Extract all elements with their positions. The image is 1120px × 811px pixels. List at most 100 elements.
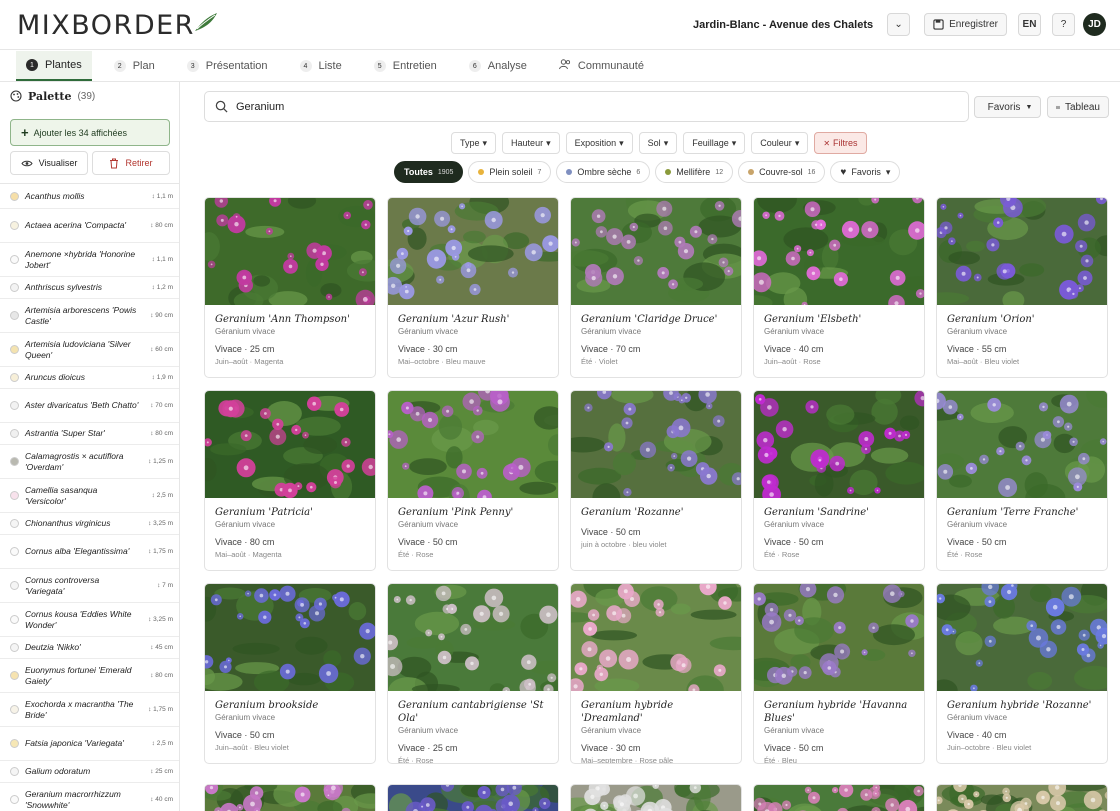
- plant-bloom-color: Juin–août · Magenta: [215, 357, 284, 366]
- plant-card[interactable]: [753, 784, 925, 811]
- plant-photo[interactable]: [388, 391, 558, 498]
- palette-item[interactable]: Euonymus fortunei 'Emerald Gaiety' ↕ 80 c…: [0, 659, 179, 693]
- garden-dropdown-button[interactable]: ⌄: [887, 13, 911, 36]
- palette-item[interactable]: Galium odoratum ↕ 25 cm: [0, 761, 179, 783]
- filter-feuillage-dropdown[interactable]: Feuillage ▾: [683, 132, 746, 154]
- plant-photo[interactable]: [388, 584, 558, 691]
- plant-photo[interactable]: [571, 198, 741, 305]
- search-input[interactable]: [236, 100, 836, 113]
- palette-item[interactable]: Aster divaricatus 'Beth Chatto' ↕ 70 cm: [0, 389, 179, 423]
- palette-item[interactable]: Acanthus mollis ↕ 1,1 m: [0, 184, 179, 209]
- tab-4[interactable]: 4 Liste: [290, 51, 352, 81]
- help-button[interactable]: ?: [1052, 13, 1075, 36]
- palette-item[interactable]: Anemone ×hybrida 'Honorine Jobert' ↕ 1,1 …: [0, 243, 179, 277]
- plant-photo[interactable]: [205, 198, 375, 305]
- plant-card[interactable]: Geranium 'Ann Thompson' Géranium vivace Vi…: [204, 197, 376, 378]
- plant-card[interactable]: Geranium 'Elsbeth' Géranium vivace Vivace …: [753, 197, 925, 378]
- plant-photo[interactable]: [754, 785, 924, 811]
- plant-photo[interactable]: [205, 391, 375, 498]
- filter-couleur-dropdown[interactable]: Couleur ▾: [751, 132, 809, 154]
- filter-sol-dropdown[interactable]: Sol ▾: [638, 132, 678, 154]
- chip-couvre-sol[interactable]: Couvre-sol 16: [738, 161, 826, 183]
- plant-photo[interactable]: [937, 785, 1107, 811]
- chip-plein-soleil[interactable]: Plein soleil 7: [468, 161, 552, 183]
- plant-photo[interactable]: [937, 198, 1107, 305]
- visualize-button[interactable]: Visualiser: [10, 151, 88, 175]
- chip-favoris[interactable]: ♥ Favoris ▾: [830, 161, 901, 183]
- palette-item[interactable]: Geranium macrorrhizzum 'Snowwhite' ↕ 40 c…: [0, 783, 179, 811]
- palette-item[interactable]: Cornus controversa 'Variegata' ↕ 7 m: [0, 569, 179, 603]
- remove-button[interactable]: Retirer: [92, 151, 170, 175]
- chip-ombre-sèche[interactable]: Ombre sèche 6: [556, 161, 651, 183]
- plant-card[interactable]: Geranium hybride 'Rozanne' Géranium vivac…: [936, 583, 1108, 764]
- palette-item-height: ↕ 80 cm: [139, 222, 173, 229]
- add-all-button[interactable]: + Ajouter les 34 affichées: [10, 119, 170, 146]
- palette-item[interactable]: Astrantia 'Super Star' ↕ 80 cm: [0, 423, 179, 445]
- filter-type-dropdown[interactable]: Type ▾: [451, 132, 497, 154]
- plant-card[interactable]: Geranium 'Sandrine' Géranium vivace Vivace…: [753, 390, 925, 571]
- plant-photo[interactable]: [388, 785, 558, 811]
- tab-1[interactable]: 1 Plantes: [16, 51, 92, 81]
- plant-card[interactable]: Geranium 'Azur Rush' Géranium vivace Vivac…: [387, 197, 559, 378]
- plant-card[interactable]: [204, 784, 376, 811]
- palette-item[interactable]: Anthriscus sylvestris ↕ 1,2 m: [0, 277, 179, 299]
- palette-item[interactable]: Deutzia 'Nikko' ↕ 45 cm: [0, 637, 179, 659]
- save-label: Enregistrer: [949, 19, 998, 30]
- tab-2[interactable]: 2 Plan: [104, 51, 165, 81]
- search-bar[interactable]: [204, 91, 969, 122]
- save-button[interactable]: Enregistrer: [924, 13, 1007, 36]
- plant-card[interactable]: [936, 784, 1108, 811]
- plant-card[interactable]: Geranium hybride 'Dreamland' Géranium viv…: [570, 583, 742, 764]
- chip-mellifère[interactable]: Mellifère 12: [655, 161, 734, 183]
- plant-photo[interactable]: [205, 584, 375, 691]
- tab-7[interactable]: Communauté: [549, 51, 654, 81]
- palette-item[interactable]: Artemisia arborescens 'Powis Castle' ↕ 90…: [0, 299, 179, 333]
- language-button[interactable]: EN: [1018, 13, 1041, 36]
- plant-card[interactable]: Geranium 'Pink Penny' Géranium vivace Viva…: [387, 390, 559, 571]
- tab-3[interactable]: 3 Présentation: [177, 51, 278, 81]
- plant-photo[interactable]: [571, 584, 741, 691]
- plant-photo[interactable]: [937, 584, 1107, 691]
- clear-filters-button[interactable]: ✕ Filtres: [814, 132, 867, 154]
- plant-card[interactable]: Geranium hybride 'Havanna Blues' Géranium…: [753, 583, 925, 764]
- app-logo[interactable]: MIXBORDER: [17, 10, 219, 41]
- plant-card[interactable]: Geranium 'Patricia' Géranium vivace Vivace…: [204, 390, 376, 571]
- plant-card[interactable]: Geranium 'Rozanne' Vivace · 50 cm juin à o…: [570, 390, 742, 571]
- palette-item[interactable]: Chionanthus virginicus ↕ 3,25 m: [0, 513, 179, 535]
- user-avatar[interactable]: JD: [1083, 13, 1106, 36]
- plant-photo[interactable]: [754, 391, 924, 498]
- filter-hauteur-dropdown[interactable]: Hauteur ▾: [502, 132, 560, 154]
- plant-card[interactable]: [570, 784, 742, 811]
- plant-card-body: Geranium 'Orion' Géranium vivace Vivace · …: [937, 305, 1107, 374]
- view-mode-button[interactable]: Tableau: [1047, 96, 1109, 118]
- plant-photo[interactable]: [571, 785, 741, 811]
- favorites-dropdown[interactable]: Favoris ▼: [974, 96, 1041, 118]
- palette-item[interactable]: Camellia sasanqua 'Versicolor' ↕ 2,5 m: [0, 479, 179, 513]
- plant-photo[interactable]: [937, 391, 1107, 498]
- plant-card[interactable]: [387, 784, 559, 811]
- palette-item[interactable]: Exochorda x macrantha 'The Bride' ↕ 1,75 …: [0, 693, 179, 727]
- tab-5[interactable]: 5 Entretien: [364, 51, 447, 81]
- caret-down-icon: ▾: [546, 137, 551, 148]
- palette-item[interactable]: Cornus kousa 'Eddies White Wonder' ↕ 3,25…: [0, 603, 179, 637]
- plant-photo[interactable]: [754, 198, 924, 305]
- plant-card[interactable]: Geranium 'Claridge Druce' Géranium vivace…: [570, 197, 742, 378]
- plant-card[interactable]: Geranium 'Terre Franche' Géranium vivace V…: [936, 390, 1108, 571]
- chip-toutes[interactable]: Toutes 1905: [394, 161, 464, 183]
- palette-item[interactable]: Actaea acerina 'Compacta' ↕ 80 cm: [0, 209, 179, 243]
- height-value: 3,25 m: [153, 520, 173, 527]
- plant-card[interactable]: Geranium 'Orion' Géranium vivace Vivace · …: [936, 197, 1108, 378]
- plant-photo[interactable]: [571, 391, 741, 498]
- plant-photo[interactable]: [388, 198, 558, 305]
- palette-item[interactable]: Artemisia ludoviciana 'Silver Queen' ↕ 60…: [0, 333, 179, 367]
- palette-item[interactable]: Calamagrostis × acutiflora 'Overdam' ↕ 1,…: [0, 445, 179, 479]
- filter-exposition-dropdown[interactable]: Exposition ▾: [565, 132, 633, 154]
- plant-photo[interactable]: [754, 584, 924, 691]
- plant-card[interactable]: Geranium brookside Géranium vivace Vivace …: [204, 583, 376, 764]
- plant-photo[interactable]: [205, 785, 375, 811]
- plant-card[interactable]: Geranium cantabrigiense 'St Ola' Géranium…: [387, 583, 559, 764]
- tab-6[interactable]: 6 Analyse: [459, 51, 537, 81]
- palette-item[interactable]: Cornus alba 'Elegantissima' ↕ 1,75 m: [0, 535, 179, 569]
- palette-item[interactable]: Aruncus dioicus ↕ 1,9 m: [0, 367, 179, 389]
- palette-item[interactable]: Fatsia japonica 'Variegata' ↕ 2,5 m: [0, 727, 179, 761]
